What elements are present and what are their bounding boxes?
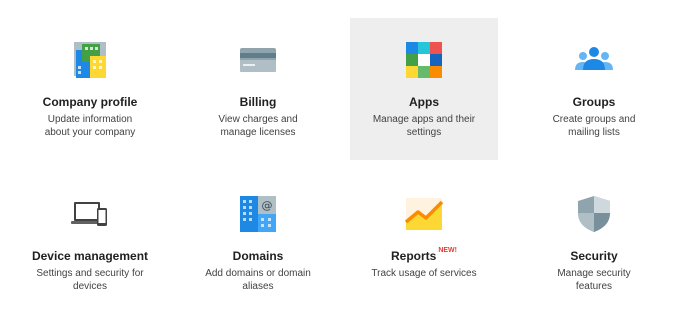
tile-title: Device management bbox=[31, 249, 149, 263]
tile-description: Settings and security for devices bbox=[22, 267, 158, 293]
tile-company-profile[interactable]: Company profile Update information about… bbox=[16, 18, 164, 160]
desc-line-1: Track usage of services bbox=[371, 268, 477, 279]
desc-line-2: aliases bbox=[242, 281, 274, 292]
tile-apps[interactable]: Apps Manage apps and their settings bbox=[350, 18, 498, 160]
svg-text:@: @ bbox=[262, 199, 273, 212]
desc-line-1: Manage security bbox=[557, 268, 631, 279]
tile-domains[interactable]: @ Domains Add domains or domain aliases bbox=[184, 172, 332, 314]
tile-description: Manage apps and their settings bbox=[356, 113, 492, 139]
people-group-icon bbox=[574, 40, 614, 80]
desc-line-1: Create groups and bbox=[552, 114, 636, 125]
desc-line-1: Add domains or domain bbox=[205, 268, 311, 279]
tile-security[interactable]: Security Manage security features bbox=[520, 172, 668, 314]
tile-description: Update information about your company bbox=[22, 113, 158, 139]
tile-title: Apps bbox=[409, 95, 439, 109]
desc-line-2: devices bbox=[73, 281, 107, 292]
desc-line-2: manage licenses bbox=[220, 127, 296, 138]
new-badge: NEW! bbox=[438, 247, 457, 254]
tile-title: Billing bbox=[239, 95, 277, 109]
tile-reports[interactable]: Reports NEW! Track usage of services bbox=[350, 172, 498, 314]
shield-icon bbox=[574, 194, 614, 234]
tile-title: Groups bbox=[572, 95, 616, 109]
tile-description: Create groups and mailing lists bbox=[526, 113, 662, 139]
desc-line-1: Update information bbox=[47, 114, 133, 125]
credit-card-icon bbox=[238, 40, 278, 80]
chart-trend-icon bbox=[404, 194, 444, 234]
laptop-phone-icon bbox=[70, 194, 110, 234]
desc-line-1: Settings and security for bbox=[36, 268, 144, 279]
tile-device-management[interactable]: Device management Settings and security … bbox=[16, 172, 164, 314]
desc-line-2: about your company bbox=[44, 127, 136, 138]
desc-line-2: settings bbox=[406, 127, 442, 138]
desc-line-1: View charges and bbox=[218, 114, 298, 125]
tile-description: Manage security features bbox=[526, 267, 662, 293]
tile-billing[interactable]: Billing View charges and manage licenses bbox=[184, 18, 332, 160]
apps-grid-icon bbox=[404, 40, 444, 80]
tile-title: Domains bbox=[232, 249, 284, 263]
company-building-icon bbox=[70, 40, 110, 80]
tile-title-text: Reports bbox=[390, 249, 437, 263]
tile-description: Track usage of services bbox=[356, 267, 492, 280]
tile-groups[interactable]: Groups Create groups and mailing lists bbox=[520, 18, 668, 160]
domain-at-icon: @ bbox=[238, 194, 278, 234]
desc-line-2: features bbox=[575, 281, 613, 292]
tile-description: Add domains or domain aliases bbox=[190, 267, 326, 293]
tile-title: Reports NEW! bbox=[350, 247, 498, 263]
tile-description: View charges and manage licenses bbox=[190, 113, 326, 139]
desc-line-2: mailing lists bbox=[568, 127, 620, 138]
desc-line-1: Manage apps and their bbox=[372, 114, 476, 125]
tile-title: Company profile bbox=[42, 95, 138, 109]
tile-title: Security bbox=[570, 249, 618, 263]
